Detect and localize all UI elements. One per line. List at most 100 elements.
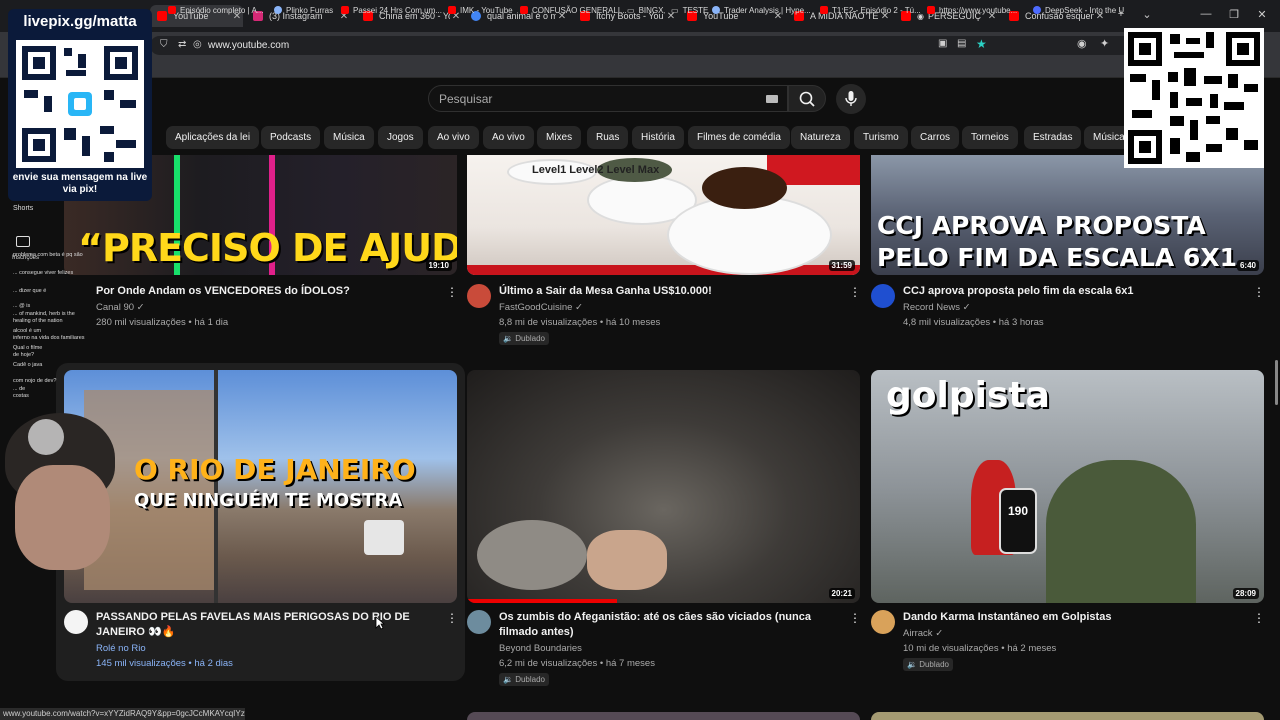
chat-line: alcool é um xyxy=(13,328,42,334)
channel-name[interactable]: Rolé no Rio xyxy=(96,643,146,654)
filter-chip[interactable]: História xyxy=(632,126,684,149)
filter-chip[interactable]: Ao vivo xyxy=(428,126,479,149)
minimize-icon[interactable]: — xyxy=(1198,8,1214,20)
dubbed-badge: 🔉 Dublado xyxy=(499,673,549,686)
video-title[interactable]: PASSANDO PELAS FAVELAS MAIS PERIGOSAS DO… xyxy=(96,610,441,640)
more-options-icon[interactable]: ⋮ xyxy=(1253,286,1265,298)
subscriptions-icon[interactable] xyxy=(16,236,30,247)
stream-qr-code xyxy=(1124,28,1264,168)
bookmark-item[interactable]: Trader Analysis | Hype... xyxy=(712,4,811,16)
video-title[interactable]: Por Onde Andam os VENCEDORES do ÍDOLOS? xyxy=(96,284,436,299)
maximize-icon[interactable]: ❐ xyxy=(1226,8,1242,21)
extension-icon[interactable]: ◉ xyxy=(1077,37,1087,50)
channel-name[interactable]: Record News ✓ xyxy=(903,302,971,313)
dubbed-badge: 🔉 Dublado xyxy=(499,332,549,345)
bookmark-item[interactable]: T1:E2 - Episódio 2 - Tú... xyxy=(820,4,921,16)
bookmark-item[interactable]: Passei 24 Hrs Com um... xyxy=(341,4,442,16)
more-options-icon[interactable]: ⋮ xyxy=(849,286,861,298)
video-thumbnail[interactable]: golpista 190 28:09 xyxy=(871,370,1264,603)
youtube-favicon-icon xyxy=(520,6,528,14)
next-row-thumbnail[interactable] xyxy=(467,712,860,720)
filter-chip[interactable]: Filmes de comédia xyxy=(688,126,790,149)
channel-name[interactable]: FastGoodCuisine ✓ xyxy=(499,302,583,313)
bookmark-folder[interactable]: ▭ BINGX xyxy=(627,4,663,16)
voice-search-button[interactable] xyxy=(836,84,866,114)
video-stats: 8,8 mi de visualizações • há 10 meses xyxy=(499,317,661,328)
channel-avatar[interactable] xyxy=(467,284,491,308)
livepix-caption: envie sua mensagem na live via pix! xyxy=(12,172,148,195)
screenshot-icon[interactable]: ▤ xyxy=(957,38,966,49)
filter-chip[interactable]: Jogos xyxy=(378,126,423,149)
channel-avatar[interactable] xyxy=(467,610,491,634)
sidebar-item-shorts[interactable]: Shorts xyxy=(13,205,33,212)
livepix-panel: livepix.gg/matta envie sua mensagem na l… xyxy=(8,9,152,201)
channel-name[interactable]: Airrack ✓ xyxy=(903,628,943,639)
chat-line: problema com beta é pq são xyxy=(13,252,83,258)
channel-name[interactable]: Canal 90 ✓ xyxy=(96,302,145,313)
bookmark-folder[interactable]: ▭ TESTE xyxy=(671,4,708,16)
install-app-icon[interactable]: ▣ xyxy=(938,38,947,49)
keyboard-icon[interactable] xyxy=(766,95,778,103)
video-thumbnail[interactable]: O RIO DE JANEIRO QUE NINGUÉM TE MOSTRA xyxy=(64,370,457,603)
url-text[interactable]: www.youtube.com xyxy=(208,40,289,51)
video-stats: 145 mil visualizações • há 2 dias xyxy=(96,658,233,669)
site-settings-icon[interactable]: ⇄ xyxy=(178,39,186,50)
page-scrollbar-thumb[interactable] xyxy=(1275,360,1278,405)
channel-avatar[interactable] xyxy=(871,284,895,308)
video-title[interactable]: Último a Sair da Mesa Ganha US$10.000! xyxy=(499,284,839,299)
video-title[interactable]: CCJ aprova proposta pelo fim da escala 6… xyxy=(903,284,1243,299)
tab-list-chevron-icon[interactable]: ⌄ xyxy=(1139,8,1155,21)
microphone-icon xyxy=(845,91,857,106)
more-options-icon[interactable]: ⋮ xyxy=(849,612,861,624)
close-window-icon[interactable]: ✕ xyxy=(1254,8,1270,21)
video-thumbnail[interactable]: 20:21 xyxy=(467,370,860,603)
filter-chip[interactable]: Turismo xyxy=(854,126,908,149)
omnibox[interactable] xyxy=(150,36,1150,55)
channel-name[interactable]: Beyond Boundaries xyxy=(499,643,582,654)
filter-chip[interactable]: Mixes xyxy=(537,126,582,149)
channel-avatar[interactable] xyxy=(64,610,88,634)
filter-chip[interactable]: Música xyxy=(324,126,374,149)
filter-chip[interactable]: Estradas xyxy=(1024,126,1082,149)
filter-chip[interactable]: Torneios xyxy=(962,126,1018,149)
qr-code-icon xyxy=(22,46,138,162)
puzzle-icon[interactable]: ✦ xyxy=(1100,37,1109,50)
video-thumbnail[interactable]: CCJ APROVA PROPOSTA PELO FIM DA ESCALA 6… xyxy=(871,155,1264,275)
bookmark-item[interactable]: DeepSeek - Into the U xyxy=(1033,4,1124,16)
filter-chip[interactable]: Podcasts xyxy=(261,126,321,149)
thumbnail-text: golpista xyxy=(886,375,1050,416)
site-info-icon[interactable]: ◎ xyxy=(193,39,202,50)
video-duration: 20:21 xyxy=(828,588,855,599)
shield-icon[interactable]: ⛉ xyxy=(160,39,168,50)
bookmark-item[interactable]: https://www.youtube... xyxy=(927,4,1017,16)
bookmark-item[interactable]: CONFUSÃO GENERALI... xyxy=(520,4,627,16)
filter-chip[interactable]: Carros xyxy=(911,126,960,149)
filter-chip[interactable]: Natureza xyxy=(791,126,850,149)
channel-avatar[interactable] xyxy=(871,610,895,634)
filter-chip[interactable]: Ao vivo xyxy=(483,126,534,149)
youtube-favicon-icon xyxy=(927,6,935,14)
video-thumbnail[interactable]: Level1 Level2 Level Max 31:59 xyxy=(467,155,860,275)
youtube-favicon-icon xyxy=(448,6,456,14)
more-options-icon[interactable]: ⋮ xyxy=(446,612,458,624)
verified-icon: ✓ xyxy=(962,302,971,313)
video-duration: 6:40 xyxy=(1236,260,1259,271)
next-row-thumbnail[interactable] xyxy=(871,712,1264,720)
chat-line: ... de xyxy=(13,386,26,392)
person xyxy=(587,530,667,590)
bookmark-star-icon[interactable]: ★ xyxy=(976,37,987,51)
video-title[interactable]: Os zumbis do Afeganistão: até os cães sã… xyxy=(499,610,839,640)
bookmark-item[interactable]: Episódio completo | A... xyxy=(168,4,263,16)
filter-chip[interactable]: Ruas xyxy=(587,126,629,149)
filter-chip[interactable]: Aplicações da lei xyxy=(166,126,260,149)
bookmark-item[interactable]: Plinko Furras xyxy=(274,4,333,16)
video-title[interactable]: Dando Karma Instantâneo em Golpistas xyxy=(903,610,1243,625)
chat-line: com nojo de dev? xyxy=(13,378,57,384)
search-button[interactable] xyxy=(788,85,826,112)
folder-icon: ▭ xyxy=(627,5,635,15)
chat-line: Cadê o java xyxy=(13,362,43,368)
thumbnail-text: “PRECISO DE AJUDA!” xyxy=(78,226,457,270)
bookmark-item[interactable]: IMK - YouTube xyxy=(448,4,513,16)
more-options-icon[interactable]: ⋮ xyxy=(446,286,458,298)
more-options-icon[interactable]: ⋮ xyxy=(1253,612,1265,624)
